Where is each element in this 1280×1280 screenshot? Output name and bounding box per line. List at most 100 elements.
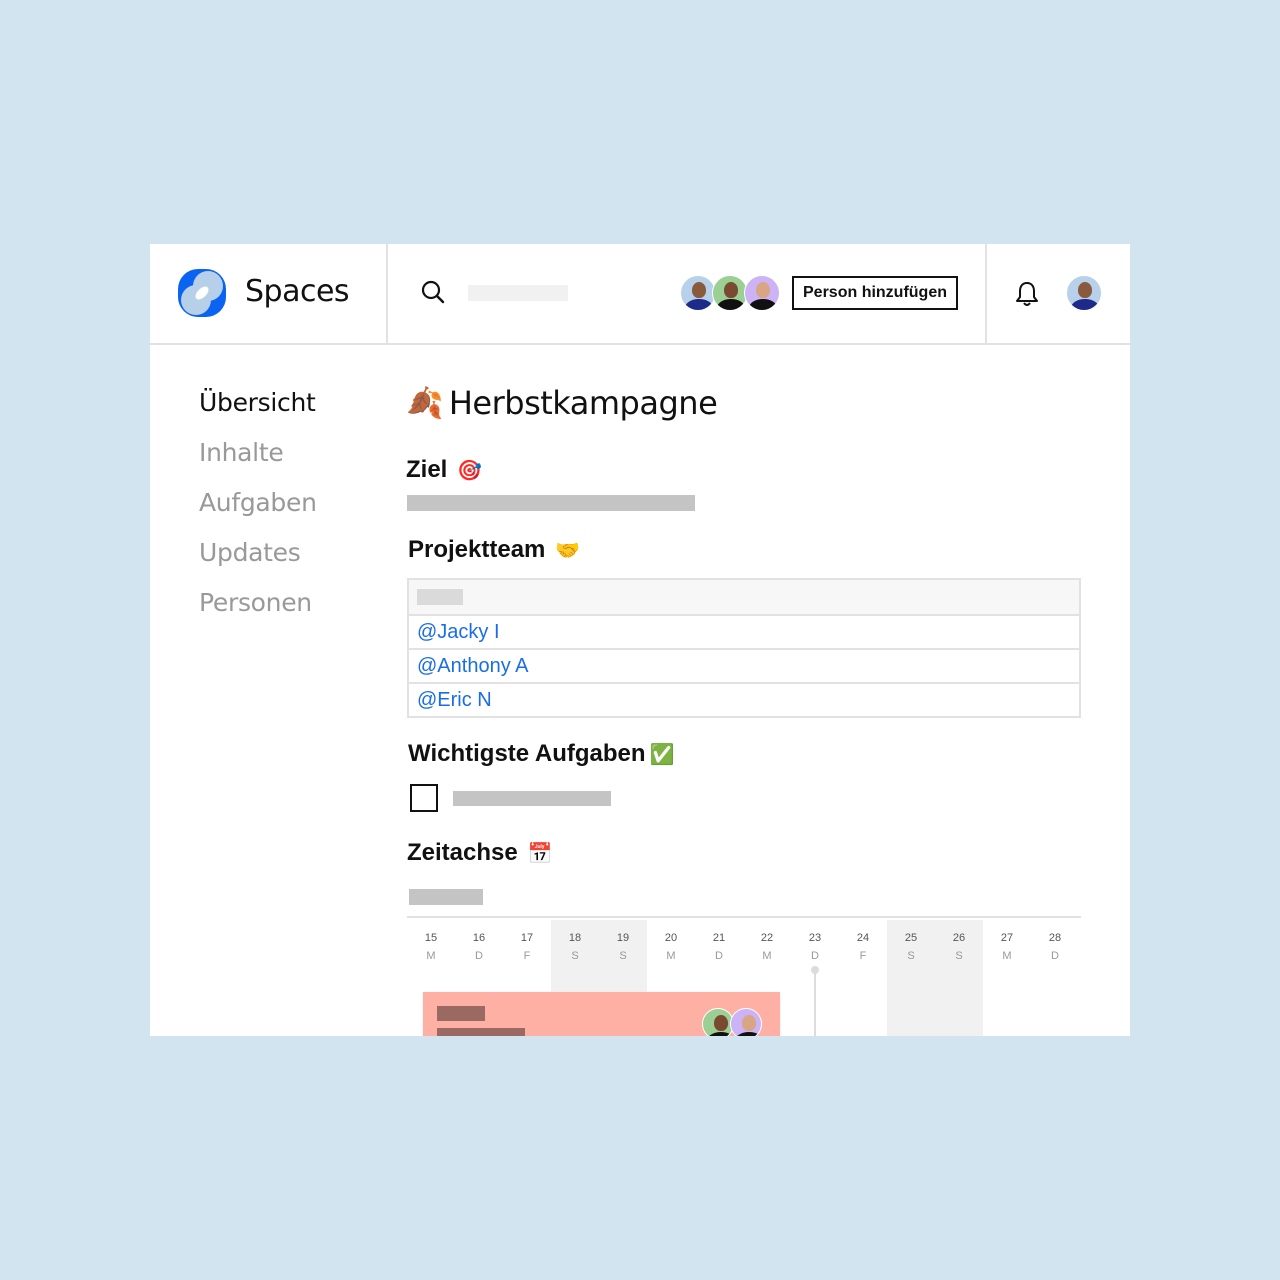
day-number: 23 [808,932,822,944]
check-mark-icon: ✅ [649,743,675,766]
team-title: Projektteam [408,536,546,563]
task-assignees [702,1008,762,1036]
weekday-label: M [1002,950,1012,962]
table-row[interactable]: @Jacky I [409,614,1079,648]
fallen-leaf-icon: 🍂 [406,385,443,421]
weekday-label: F [523,950,531,962]
day-number: 27 [1000,932,1014,944]
divider [985,244,987,343]
timeline-heading: Zeitachse 📅 [407,839,553,867]
weekday-label: D [715,950,723,962]
app-name: Spaces [245,274,350,309]
weekday-label: S [571,950,579,962]
day-number: 25 [904,932,918,944]
day-number: 20 [664,932,678,944]
timeline-day: 28 D [1031,920,1079,1036]
member-mention[interactable]: @Jacky I [417,621,500,644]
goal-title: Ziel [406,456,448,483]
page-title-text: Herbstkampagne [448,384,718,422]
header-placeholder [417,589,463,605]
member-mention[interactable]: @Eric N [417,689,492,712]
avatar[interactable] [1066,275,1102,311]
day-number: 22 [760,932,774,944]
avatar-head [692,282,706,298]
handshake-icon: 🤝 [555,539,581,562]
weekday-label: S [955,950,963,962]
avatar-head [1078,282,1092,298]
avatar-body [749,299,777,310]
avatar[interactable] [744,275,780,311]
day-number: 18 [568,932,582,944]
top-bar: Spaces Person hinzufügen [150,244,1130,345]
table-header [409,580,1079,614]
avatar-head [714,1015,728,1031]
weekday-label: D [475,950,483,962]
timeline-day: 24 F [839,920,887,1036]
tasks-heading: Wichtigste Aufgaben ✅ [408,740,674,768]
avatar-head [742,1015,756,1031]
member-mention[interactable]: @Anthony A [417,655,528,678]
avatar[interactable] [680,275,716,311]
calendar-icon: 📅 [527,842,553,865]
day-number: 28 [1048,932,1062,944]
weekday-label: D [1051,950,1059,962]
tasks-title: Wichtigste Aufgaben [408,740,646,767]
search-icon[interactable] [420,279,446,305]
brand[interactable]: Spaces [150,244,388,343]
today-marker-line [814,970,816,1036]
spaces-logo-icon [178,269,226,317]
avatar-body [707,1032,733,1036]
sidebar-item-inhalte[interactable]: Inhalte [199,438,317,488]
team-heading: Projektteam 🤝 [408,536,580,564]
task-bar-title-placeholder [437,1006,485,1021]
sidebar-item-updates[interactable]: Updates [199,538,317,588]
weekday-label: M [666,950,676,962]
day-number: 21 [712,932,726,944]
timeline-task-bar[interactable] [423,992,780,1036]
weekday-label: M [762,950,772,962]
app-window: Spaces Person hinzufügen Übersicht Inhal… [150,244,1130,1036]
goal-placeholder [407,495,695,511]
sidebar-item-uebersicht[interactable]: Übersicht [199,388,317,438]
avatar-body [717,299,745,310]
avatar[interactable] [730,1008,762,1036]
weekday-label: M [426,950,436,962]
timeline-day: 27 M [983,920,1031,1036]
table-row[interactable]: @Eric N [409,682,1079,716]
table-row[interactable]: @Anthony A [409,648,1079,682]
day-number: 24 [856,932,870,944]
task-bar-subtitle-placeholder [437,1028,525,1036]
page-title: 🍂 Herbstkampagne [406,384,718,422]
search-input[interactable] [468,285,568,301]
timeline-placeholder [409,889,483,905]
task-checkbox[interactable] [410,784,438,812]
weekday-label: S [907,950,915,962]
add-person-button[interactable]: Person hinzufügen [792,276,958,310]
avatar-body [685,299,713,310]
today-marker-dot [811,966,819,974]
bell-icon[interactable] [1014,280,1040,308]
user-avatar[interactable] [1066,275,1102,311]
team-table: @Jacky I @Anthony A @Eric N [407,578,1081,718]
target-icon: 🎯 [457,459,483,482]
avatar-body [1071,299,1099,310]
member-avatars[interactable] [680,275,780,311]
weekday-label: S [619,950,627,962]
sidebar: Übersicht Inhalte Aufgaben Updates Perso… [199,388,317,638]
task-placeholder [453,791,611,806]
day-number: 26 [952,932,966,944]
day-number: 16 [472,932,486,944]
avatar-head [756,282,770,298]
day-number: 19 [616,932,630,944]
timeline-title: Zeitachse [407,839,518,866]
day-number: 15 [424,932,438,944]
timeline: 28 D 27 M 26 S 25 S 24 F 23 D 22 M 21 D 20 M 19 S 18 S 17 F 16 D 1… [407,916,1081,1036]
sidebar-item-aufgaben[interactable]: Aufgaben [199,488,317,538]
goal-heading: Ziel 🎯 [406,456,482,484]
timeline-day: 25 S [887,920,935,1036]
avatar-head [724,282,738,298]
day-number: 17 [520,932,534,944]
avatar[interactable] [712,275,748,311]
sidebar-item-personen[interactable]: Personen [199,588,317,638]
weekday-label: F [859,950,867,962]
